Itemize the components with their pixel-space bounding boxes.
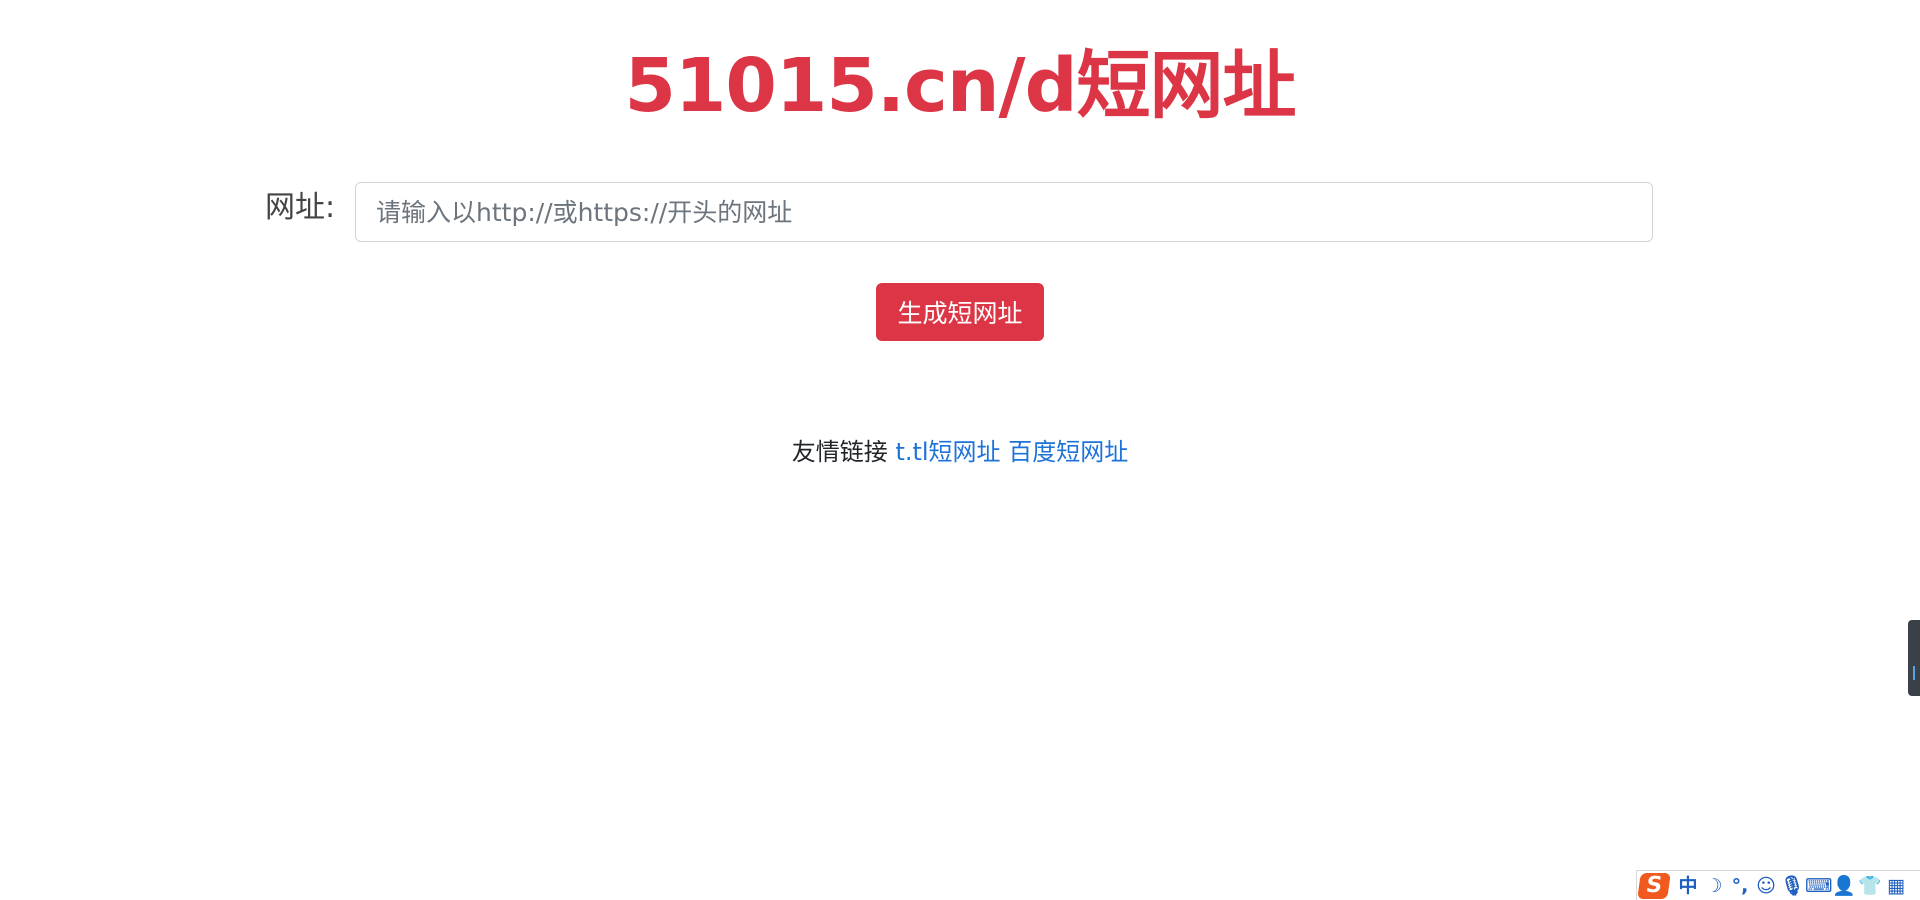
friend-links: 友情链接 t.tl短网址 百度短网址: [0, 432, 1920, 472]
ime-toolbar: S 中 ☽ °, ☺ 🎙 ⌨ 👤 👕 ▦: [1636, 870, 1920, 900]
page: 51015.cn/d短网址 网址: 生成短网址 友情链接 t.tl短网址 百度短…: [0, 0, 1920, 900]
side-panel-handle[interactable]: [1908, 620, 1920, 696]
moon-icon[interactable]: ☽: [1701, 873, 1727, 899]
page-title: 51015.cn/d短网址: [624, 43, 1296, 129]
grid-menu-icon[interactable]: ▦: [1883, 873, 1909, 899]
emoji-icon[interactable]: ☺: [1753, 873, 1779, 899]
url-form-row: 网址:: [0, 182, 1920, 244]
microphone-icon[interactable]: 🎙: [1779, 873, 1805, 899]
generate-short-url-button[interactable]: 生成短网址: [876, 283, 1044, 341]
link-baidu-short-url[interactable]: 百度短网址: [1008, 438, 1128, 466]
skin-shirt-icon[interactable]: 👕: [1857, 873, 1883, 899]
url-input[interactable]: [355, 182, 1653, 242]
url-label: 网址:: [265, 190, 336, 225]
grip-icon: [1913, 666, 1915, 680]
friend-links-label: 友情链接: [791, 438, 888, 466]
keyboard-icon[interactable]: ⌨: [1805, 873, 1832, 899]
chinese-mode-icon[interactable]: 中: [1675, 873, 1701, 899]
user-icon[interactable]: 👤: [1831, 873, 1857, 899]
sogou-logo-icon[interactable]: S: [1637, 872, 1671, 899]
punctuation-icon[interactable]: °,: [1727, 873, 1753, 899]
link-ttl-short-url[interactable]: t.tl短网址: [895, 438, 1000, 466]
